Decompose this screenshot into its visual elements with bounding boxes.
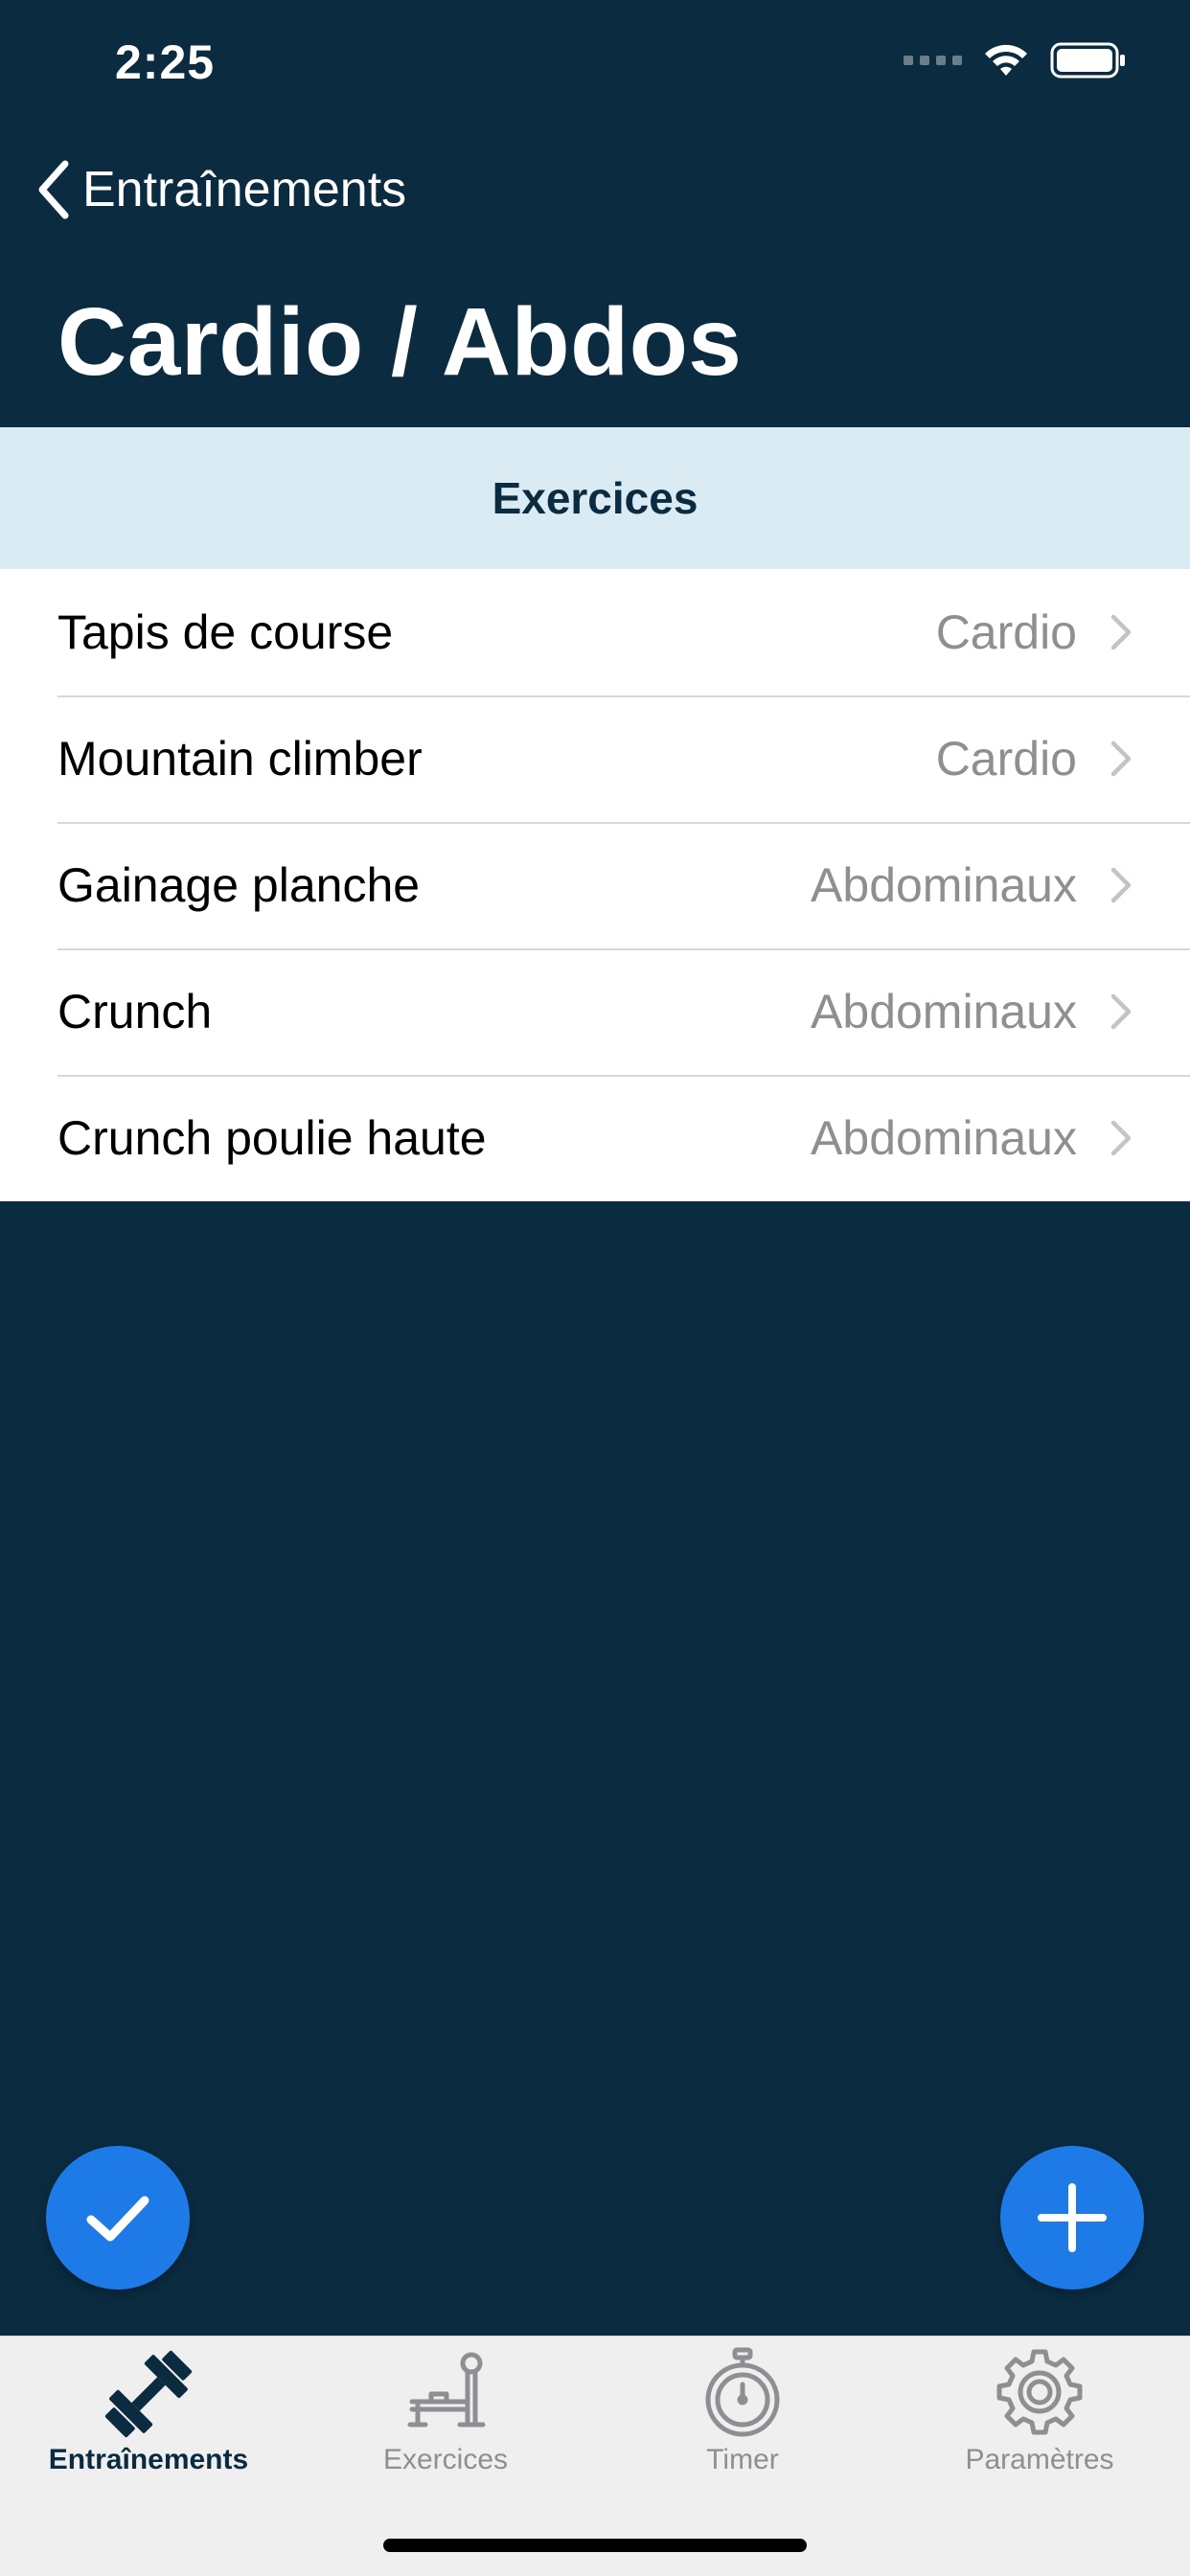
battery-icon — [1050, 42, 1125, 79]
stopwatch-icon — [690, 2346, 795, 2442]
plus-icon — [1038, 2183, 1107, 2252]
exercise-category: Cardio — [935, 732, 1077, 786]
cellular-signal-icon — [904, 56, 962, 65]
tab-parametres[interactable]: Paramètres — [891, 2337, 1188, 2480]
tab-timer[interactable]: Timer — [594, 2337, 891, 2480]
chevron-right-icon — [1110, 741, 1132, 777]
wifi-icon — [985, 44, 1027, 76]
exercise-category: Abdominaux — [811, 858, 1077, 912]
gear-icon — [987, 2346, 1092, 2442]
back-label: Entraînements — [82, 162, 407, 217]
exercise-name: Mountain climber — [57, 732, 423, 786]
section-title: Exercices — [492, 473, 698, 523]
chevron-left-icon — [38, 160, 69, 219]
status-time: 2:25 — [115, 35, 216, 89]
tab-label: Entraînements — [48, 2444, 249, 2475]
add-exercise-button[interactable] — [1000, 2146, 1144, 2290]
tab-label: Paramètres — [965, 2444, 1114, 2475]
tab-label: Timer — [706, 2444, 779, 2475]
done-button[interactable] — [46, 2146, 190, 2290]
page-title: Cardio / Abdos — [57, 288, 743, 396]
exercise-name: Crunch — [57, 985, 213, 1038]
dumbbell-icon — [96, 2346, 201, 2442]
exercise-category: Cardio — [935, 605, 1077, 659]
exercise-row[interactable]: Crunch Abdominaux — [0, 948, 1190, 1075]
exercise-row[interactable]: Tapis de course Cardio — [0, 569, 1190, 695]
status-bar: 2:25 — [0, 0, 1190, 134]
section-header: Exercices — [0, 427, 1190, 569]
exercise-row[interactable]: Mountain climber Cardio — [0, 695, 1190, 822]
chevron-right-icon — [1110, 614, 1132, 650]
tab-exercices[interactable]: Exercices — [297, 2337, 594, 2480]
checkmark-icon — [86, 2196, 149, 2242]
exercise-category: Abdominaux — [811, 985, 1077, 1038]
exercise-name: Tapis de course — [57, 605, 394, 659]
status-icons — [904, 42, 1127, 79]
machine-icon — [393, 2346, 498, 2442]
tab-label: Exercices — [382, 2444, 509, 2475]
chevron-right-icon — [1110, 1120, 1132, 1156]
chevron-right-icon — [1110, 993, 1132, 1030]
exercise-row[interactable]: Gainage planche Abdominaux — [0, 822, 1190, 948]
exercise-name: Crunch poulie haute — [57, 1111, 487, 1165]
chevron-right-icon — [1110, 867, 1132, 903]
exercise-name: Gainage planche — [57, 858, 421, 912]
exercise-list: Tapis de course Cardio Mountain climber … — [0, 569, 1190, 1201]
exercise-row[interactable]: Crunch poulie haute Abdominaux — [0, 1075, 1190, 1201]
exercise-category: Abdominaux — [811, 1111, 1077, 1165]
back-button[interactable]: Entraînements — [34, 153, 406, 226]
tab-entrainements[interactable]: Entraînements — [0, 2337, 297, 2480]
home-indicator — [383, 2539, 807, 2552]
